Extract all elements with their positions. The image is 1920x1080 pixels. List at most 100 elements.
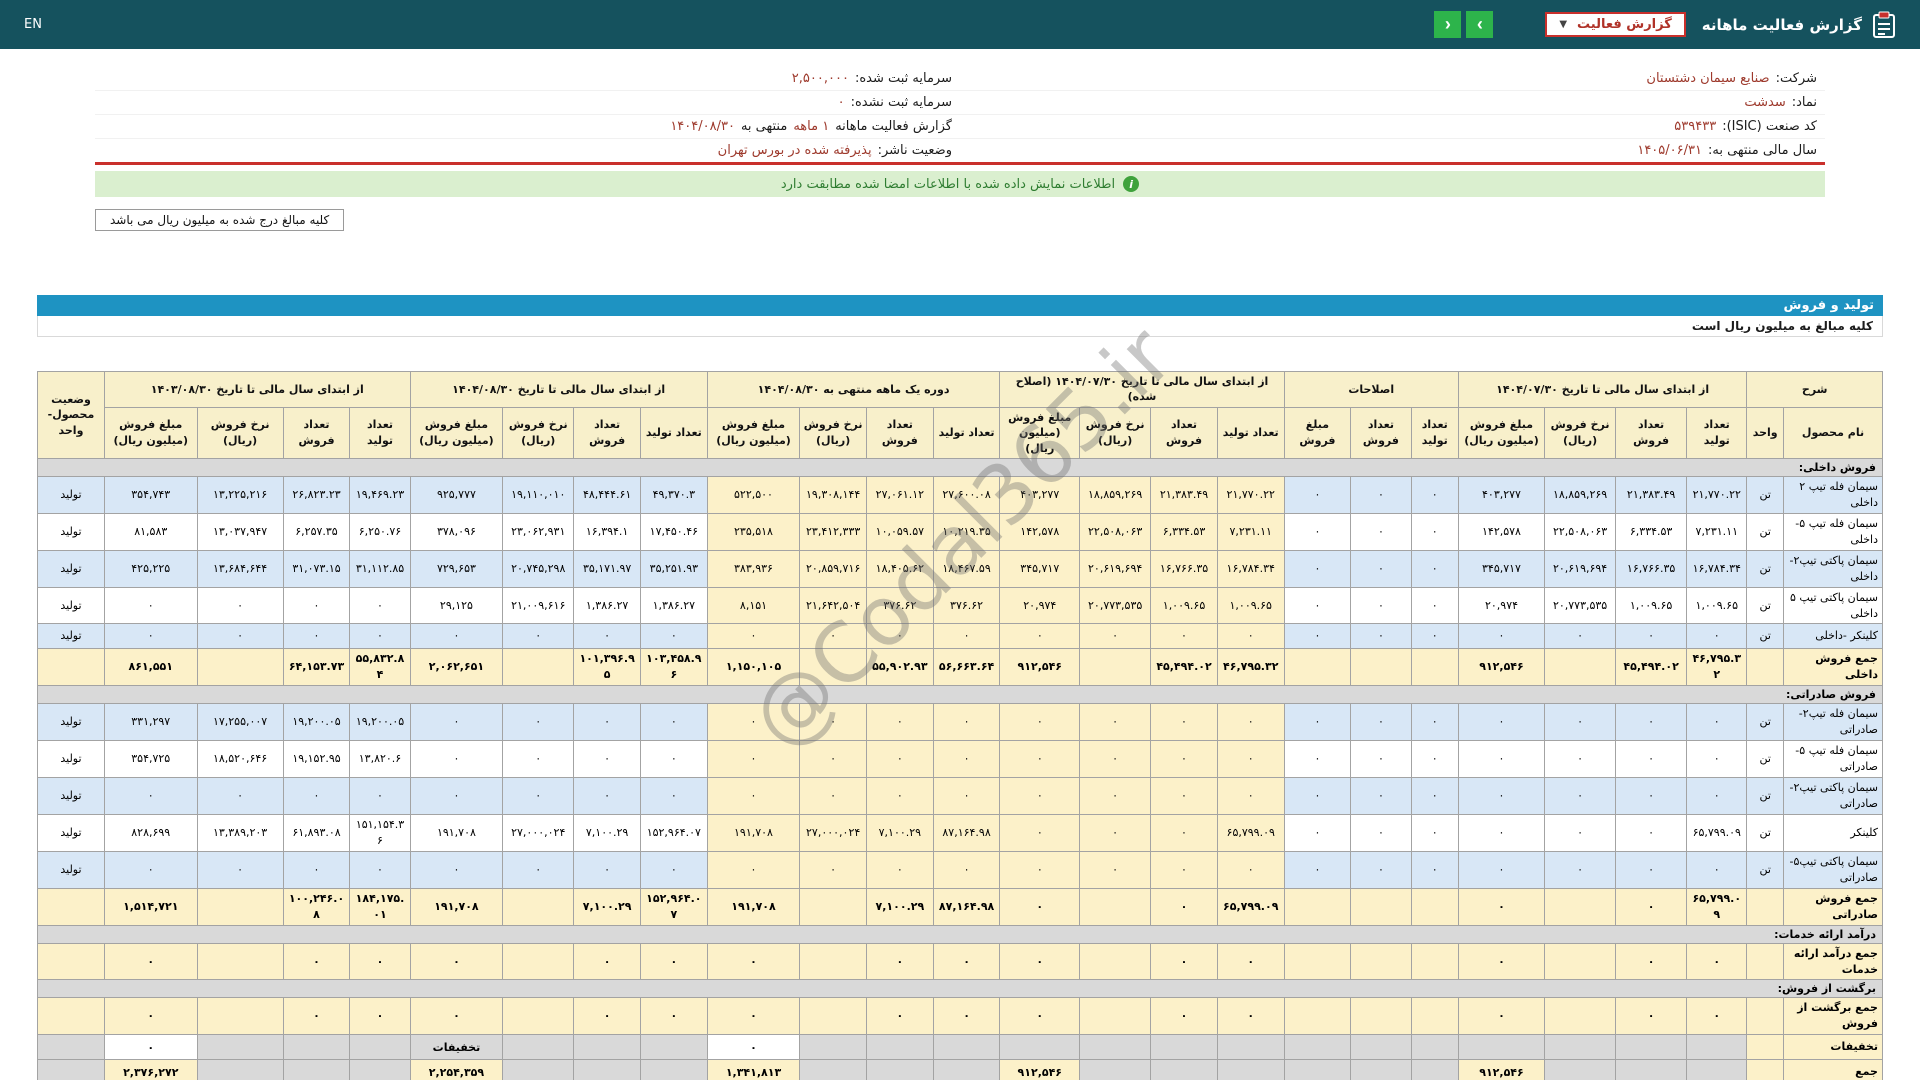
value-cell-e-2: ۰	[503, 704, 574, 741]
value-cell-d-1: ۰	[867, 998, 934, 1035]
value-cell-d-1: ۰	[867, 704, 934, 741]
status-cell	[38, 1060, 105, 1080]
value-cell-c-2: ۰	[1080, 814, 1151, 851]
value-cell-e-2: ۰	[503, 778, 574, 815]
info-item-right-3: سال مالی منتهی به:۱۴۰۵/۰۶/۳۱	[960, 139, 1825, 162]
sub-header-e-1: تعداد فروش	[574, 407, 641, 458]
sub-header-a-0: تعداد تولید	[1687, 407, 1747, 458]
value-cell-b-1	[1351, 943, 1411, 980]
unit-cell: تن	[1747, 704, 1784, 741]
nav-next-button[interactable]: ›	[1466, 11, 1493, 38]
unit-cell: تن	[1747, 587, 1784, 624]
unit-cell: تن	[1747, 476, 1784, 513]
value-cell-a-3: ۲۰,۹۷۴	[1458, 587, 1544, 624]
value-cell-a-1: ۰	[1616, 814, 1687, 851]
group-header-f: از ابتدای سال مالی تا تاریخ ۱۴۰۳/۰۸/۳۰	[104, 372, 410, 408]
section-row: درآمد ارائه خدمات:	[38, 925, 1883, 943]
language-toggle[interactable]: EN	[24, 17, 42, 32]
value-cell-a-1	[1616, 1035, 1687, 1060]
info-value: سدشت	[1744, 95, 1785, 110]
value-cell-b-2	[1284, 649, 1351, 686]
value-cell-c-3: ۰	[1000, 778, 1080, 815]
value-cell-c-2	[1080, 888, 1151, 925]
value-cell-e-2	[503, 649, 574, 686]
value-cell-b-1	[1351, 1060, 1411, 1080]
value-cell-d-0: ۸۷,۱۶۴.۹۸	[933, 888, 1000, 925]
info-label: نماد:	[1792, 95, 1817, 110]
value-cell-e-0: ۰	[640, 624, 707, 649]
value-cell-d-2: ۰	[800, 851, 867, 888]
report-type-dropdown[interactable]: گزارش فعالیت ▼	[1545, 12, 1685, 37]
value-cell-a-2: ۲۲,۵۰۸,۰۶۳	[1545, 513, 1616, 550]
info-item-left-2: گزارش فعالیت ماهانه۱ ماههمنتهی به۱۴۰۴/۰۸…	[95, 115, 960, 139]
product-name: سیمان پاکتی تیپ۵- صادراتی	[1783, 851, 1882, 888]
value-cell-f-1: ۰	[283, 587, 350, 624]
page: { "header": { "lang": "EN", "title": "گز…	[0, 0, 1920, 1080]
value-cell-e-3: ۹۲۵,۷۷۷	[410, 476, 503, 513]
unit-cell: تن	[1747, 741, 1784, 778]
value-cell-a-0: ۲۱,۷۷۰.۲۲	[1687, 476, 1747, 513]
value-cell-f-0: ۱۳,۸۲۰.۶	[350, 741, 410, 778]
value-cell-f-2: ۰	[197, 624, 283, 649]
value-cell-b-0	[1411, 998, 1458, 1035]
value-cell-c-1	[1151, 1060, 1218, 1080]
status-cell: تولید	[38, 587, 105, 624]
value-cell-c-1: ۰	[1151, 624, 1218, 649]
value-cell-c-0: ۴۶,۷۹۵.۳۲	[1217, 649, 1284, 686]
desc-header: شرح	[1747, 372, 1883, 408]
value-cell-f-1: ۰	[283, 998, 350, 1035]
value-cell-b-0	[1411, 1060, 1458, 1080]
banner-text: اطلاعات نمایش داده شده با اطلاعات امضا ش…	[781, 177, 1115, 192]
value-cell-f-1: ۶۱,۸۹۳.۰۸	[283, 814, 350, 851]
status-header: وضعیت محصول-واحد	[38, 372, 105, 459]
value-cell-c-1: ۱۶,۷۶۶.۳۵	[1151, 550, 1218, 587]
value-cell-a-2	[1545, 649, 1616, 686]
unit-cell: تن	[1747, 778, 1784, 815]
value-cell-e-2	[503, 888, 574, 925]
status-cell	[38, 649, 105, 686]
value-cell-b-1: ۰	[1351, 624, 1411, 649]
status-cell: تولید	[38, 550, 105, 587]
sub-header-b-0: تعداد تولید	[1411, 407, 1458, 458]
value-cell-f-0: ۰	[350, 851, 410, 888]
info-value: ۵۳۹۴۳۳	[1674, 119, 1716, 134]
value-cell-f-3: ۰	[104, 778, 197, 815]
value-cell-e-0	[640, 1060, 707, 1080]
value-cell-a-1: ۲۱,۳۸۳.۴۹	[1616, 476, 1687, 513]
value-cell-d-0: ۰	[933, 851, 1000, 888]
value-cell-e-1: ۰	[574, 998, 641, 1035]
value-cell-a-0: ۶۵,۷۹۹.۰۹	[1687, 888, 1747, 925]
table-row: کلینکر -داخلیتن۰۰۰۰۰۰۰۰۰۰۰۰۰۰۰۰۰۰۰۰۰۰۰تو…	[38, 624, 1883, 649]
value-cell-b-2: ۰	[1284, 704, 1351, 741]
value-cell-c-3: ۳۴۵,۷۱۷	[1000, 550, 1080, 587]
value-cell-d-1: ۱۰,۰۵۹.۵۷	[867, 513, 934, 550]
status-cell	[38, 943, 105, 980]
value-cell-f-0: ۰	[350, 587, 410, 624]
sub-header-b-1: تعداد فروش	[1351, 407, 1411, 458]
production-table: شرحاز ابتدای سال مالی تا تاریخ ۱۴۰۴/۰۷/۳…	[37, 371, 1883, 1080]
value-cell-f-2	[197, 1035, 283, 1060]
group-header-b: اصلاحات	[1284, 372, 1458, 408]
value-cell-a-3: ۰	[1458, 943, 1544, 980]
value-cell-d-0	[933, 1035, 1000, 1060]
company-info: شرکت:صنایع سیمان دشتستانسرمایه ثبت شده:۲…	[95, 67, 1825, 165]
value-cell-d-1	[867, 1035, 934, 1060]
value-cell-d-0: ۰	[933, 943, 1000, 980]
value-cell-d-0: ۰	[933, 704, 1000, 741]
value-cell-e-2: ۲۰,۷۴۵,۲۹۸	[503, 550, 574, 587]
value-cell-d-3: ۱۹۱,۷۰۸	[707, 814, 800, 851]
value-cell-b-1: ۰	[1351, 587, 1411, 624]
table-row: جمع فروش داخلی۴۶,۷۹۵.۳۲۴۵,۴۹۴.۰۲۹۱۲,۵۴۶۴…	[38, 649, 1883, 686]
product-name: سیمان فله تیپ ۵- صادراتی	[1783, 741, 1882, 778]
value-cell-d-1: ۱۸,۴۰۵.۶۲	[867, 550, 934, 587]
value-cell-b-2: ۰	[1284, 513, 1351, 550]
value-cell-f-1: ۱۰۰,۲۴۶.۰۸	[283, 888, 350, 925]
value-cell-d-1: ۷,۱۰۰.۲۹	[867, 814, 934, 851]
value-cell-e-3: ۰	[410, 741, 503, 778]
value-cell-e-2	[503, 998, 574, 1035]
value-cell-b-1: ۰	[1351, 851, 1411, 888]
value-cell-c-1: ۰	[1151, 704, 1218, 741]
value-cell-e-0: ۰	[640, 943, 707, 980]
value-cell-a-0: ۰	[1687, 704, 1747, 741]
nav-prev-button[interactable]: ‹	[1434, 11, 1461, 38]
